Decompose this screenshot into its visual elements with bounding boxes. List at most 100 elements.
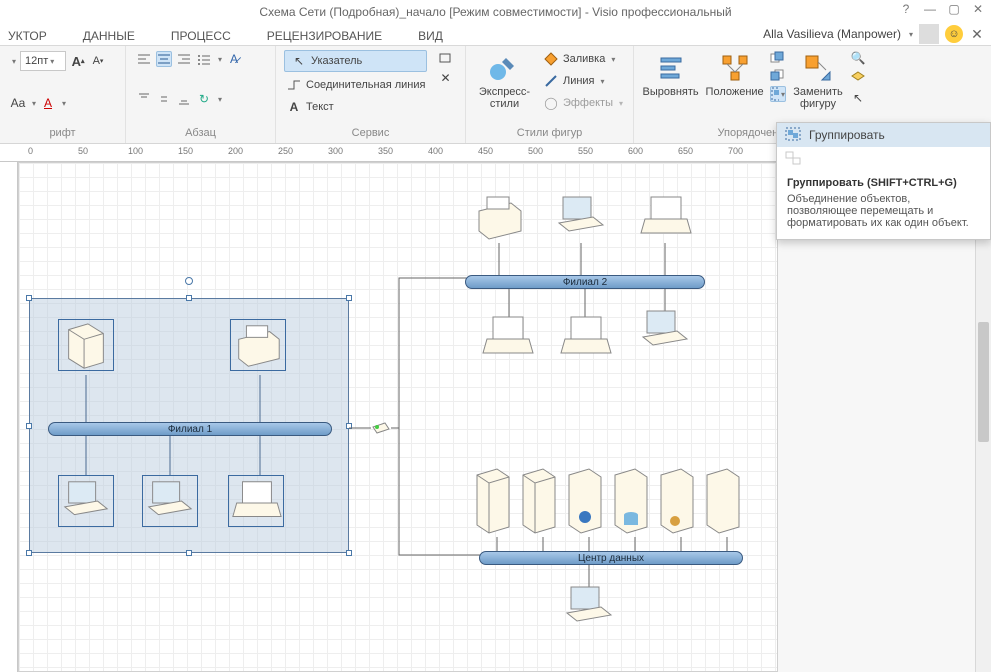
layers-icon[interactable] [850,70,866,86]
pointer-tool[interactable]: ↖ Указатель [284,50,427,72]
selection-group-branch1[interactable]: Филиал 1 [29,298,349,553]
ungroup-menu-item[interactable] [777,147,990,171]
align-left-icon[interactable] [136,51,152,67]
tab-constructor[interactable]: УКТОР [4,27,51,45]
drawing-canvas[interactable]: Филиал 1 [18,162,778,672]
group-button[interactable]: ▾ [770,86,786,102]
rotate-text-icon[interactable]: ↻ [196,91,212,107]
grow-font-icon[interactable]: A▴ [70,53,86,69]
tab-process[interactable]: ПРОЦЕСС [167,27,235,45]
font-color-caret-icon[interactable]: ▾ [62,99,66,108]
minimize-icon[interactable]: — [923,2,937,16]
align-label: Выровнять [643,86,699,98]
font-color-icon[interactable]: A [40,95,56,111]
change-case-caret-icon[interactable]: ▾ [32,99,36,108]
resize-handle[interactable] [346,423,352,429]
freeform-tool-icon[interactable]: ✕ [437,70,453,86]
shape-laptop-b2-2[interactable] [479,311,535,363]
shape-pc1[interactable] [58,475,114,527]
resize-handle[interactable] [346,550,352,556]
shape-printer-b2[interactable] [471,191,527,243]
shape-pc-dc[interactable] [561,581,617,633]
align-button[interactable]: Выровнять [642,50,699,100]
clear-format-icon[interactable]: A̷ [226,51,242,67]
shape-laptop-b2-1[interactable] [637,191,693,243]
text-tool-label: Текст [306,101,334,113]
shrink-font-icon[interactable]: A▾ [90,53,106,69]
valign-mid-icon[interactable] [156,91,172,107]
avatar[interactable] [919,24,939,44]
tab-review[interactable]: РЕЦЕНЗИРОВАНИЕ [263,27,386,45]
quick-styles-icon [488,52,520,84]
shape-laptop1[interactable] [228,475,284,527]
effects-button[interactable]: ◯ Эффекты▾ [541,94,625,112]
resize-handle[interactable] [346,295,352,301]
shape-router[interactable] [369,417,393,441]
rotate-caret-icon[interactable]: ▾ [218,95,222,104]
bar-datacenter[interactable]: Центр данных [479,551,743,565]
line-button[interactable]: Линия▾ [541,72,625,90]
shape-server-dc-3[interactable] [563,465,607,537]
group-paragraph-label: Абзац [134,125,267,141]
group-menu-item[interactable]: Группировать [777,123,990,147]
rectangle-tool-icon[interactable] [437,50,453,66]
position-button[interactable]: Положение [705,50,764,100]
restore-icon[interactable]: ▢ [947,2,961,16]
font-size-value: 12пт [25,55,48,67]
shape-pc-b2-2[interactable] [637,305,693,357]
tab-view[interactable]: ВИД [414,27,447,45]
pane-close-icon[interactable]: ✕ [969,26,985,43]
shape-server-dc-5[interactable] [655,465,699,537]
bar-branch1[interactable]: Филиал 1 [48,422,332,436]
ruler-vertical [0,162,18,672]
change-case-icon[interactable]: Aa [10,95,26,111]
rotate-handle[interactable] [185,277,193,285]
align-center-icon[interactable] [156,51,172,67]
shape-server-dc-4[interactable] [609,465,653,537]
shape-printer[interactable] [230,319,286,371]
ruler-tick: 200 [228,146,243,156]
bullets-icon[interactable] [196,51,212,67]
change-shape-button[interactable]: Заменить фигуру [792,50,844,112]
window-title: Схема Сети (Подробная)_начало [Режим сов… [259,5,731,19]
bullets-caret-icon[interactable]: ▾ [218,55,222,64]
feedback-icon[interactable]: ☺ [945,25,963,43]
valign-top-icon[interactable] [136,91,152,107]
help-icon[interactable]: ? [899,2,913,16]
align-right-icon[interactable] [176,51,192,67]
title-controls: ? — ▢ ✕ [899,2,985,16]
tooltip: Группировать (SHIFT+CTRL+G) Объединение … [777,171,990,239]
tooltip-body: Объединение объектов, позволяющее переме… [787,193,980,229]
shape-pc2[interactable] [142,475,198,527]
select-icon[interactable]: ↖ [850,90,866,106]
resize-handle[interactable] [26,295,32,301]
text-tool[interactable]: A Текст [284,98,427,116]
ruler-tick: 500 [528,146,543,156]
user-name[interactable]: Alla Vasilieva (Manpower) [763,27,901,41]
shape-server-dc-1[interactable] [471,465,515,537]
find-icon[interactable]: 🔍 [850,50,866,66]
connector-tool[interactable]: Соединительная линия [284,76,427,94]
fill-button[interactable]: Заливка▾ [541,50,625,68]
resize-handle[interactable] [186,295,192,301]
effects-label: Эффекты [563,97,613,109]
font-family-caret-icon[interactable]: ▾ [12,57,16,66]
resize-handle[interactable] [186,550,192,556]
shape-pc-b2-1[interactable] [553,191,609,243]
shape-laptop-b2-3[interactable] [557,311,613,363]
shape-server[interactable] [58,319,114,371]
font-size-combo[interactable]: 12пт ▾ [20,51,66,71]
resize-handle[interactable] [26,423,32,429]
shape-server-dc-6[interactable] [701,465,745,537]
bring-front-icon[interactable] [770,50,786,66]
quick-styles-button[interactable]: Экспресс- стили [474,50,535,112]
close-icon[interactable]: ✕ [971,2,985,16]
send-back-icon[interactable] [770,68,786,84]
scroll-thumb[interactable] [978,322,989,442]
shape-server-dc-2[interactable] [517,465,561,537]
user-dropdown-icon[interactable]: ▾ [909,30,913,39]
tab-data[interactable]: ДАННЫЕ [79,27,139,45]
valign-bot-icon[interactable] [176,91,192,107]
resize-handle[interactable] [26,550,32,556]
bar-branch2[interactable]: Филиал 2 [465,275,705,289]
